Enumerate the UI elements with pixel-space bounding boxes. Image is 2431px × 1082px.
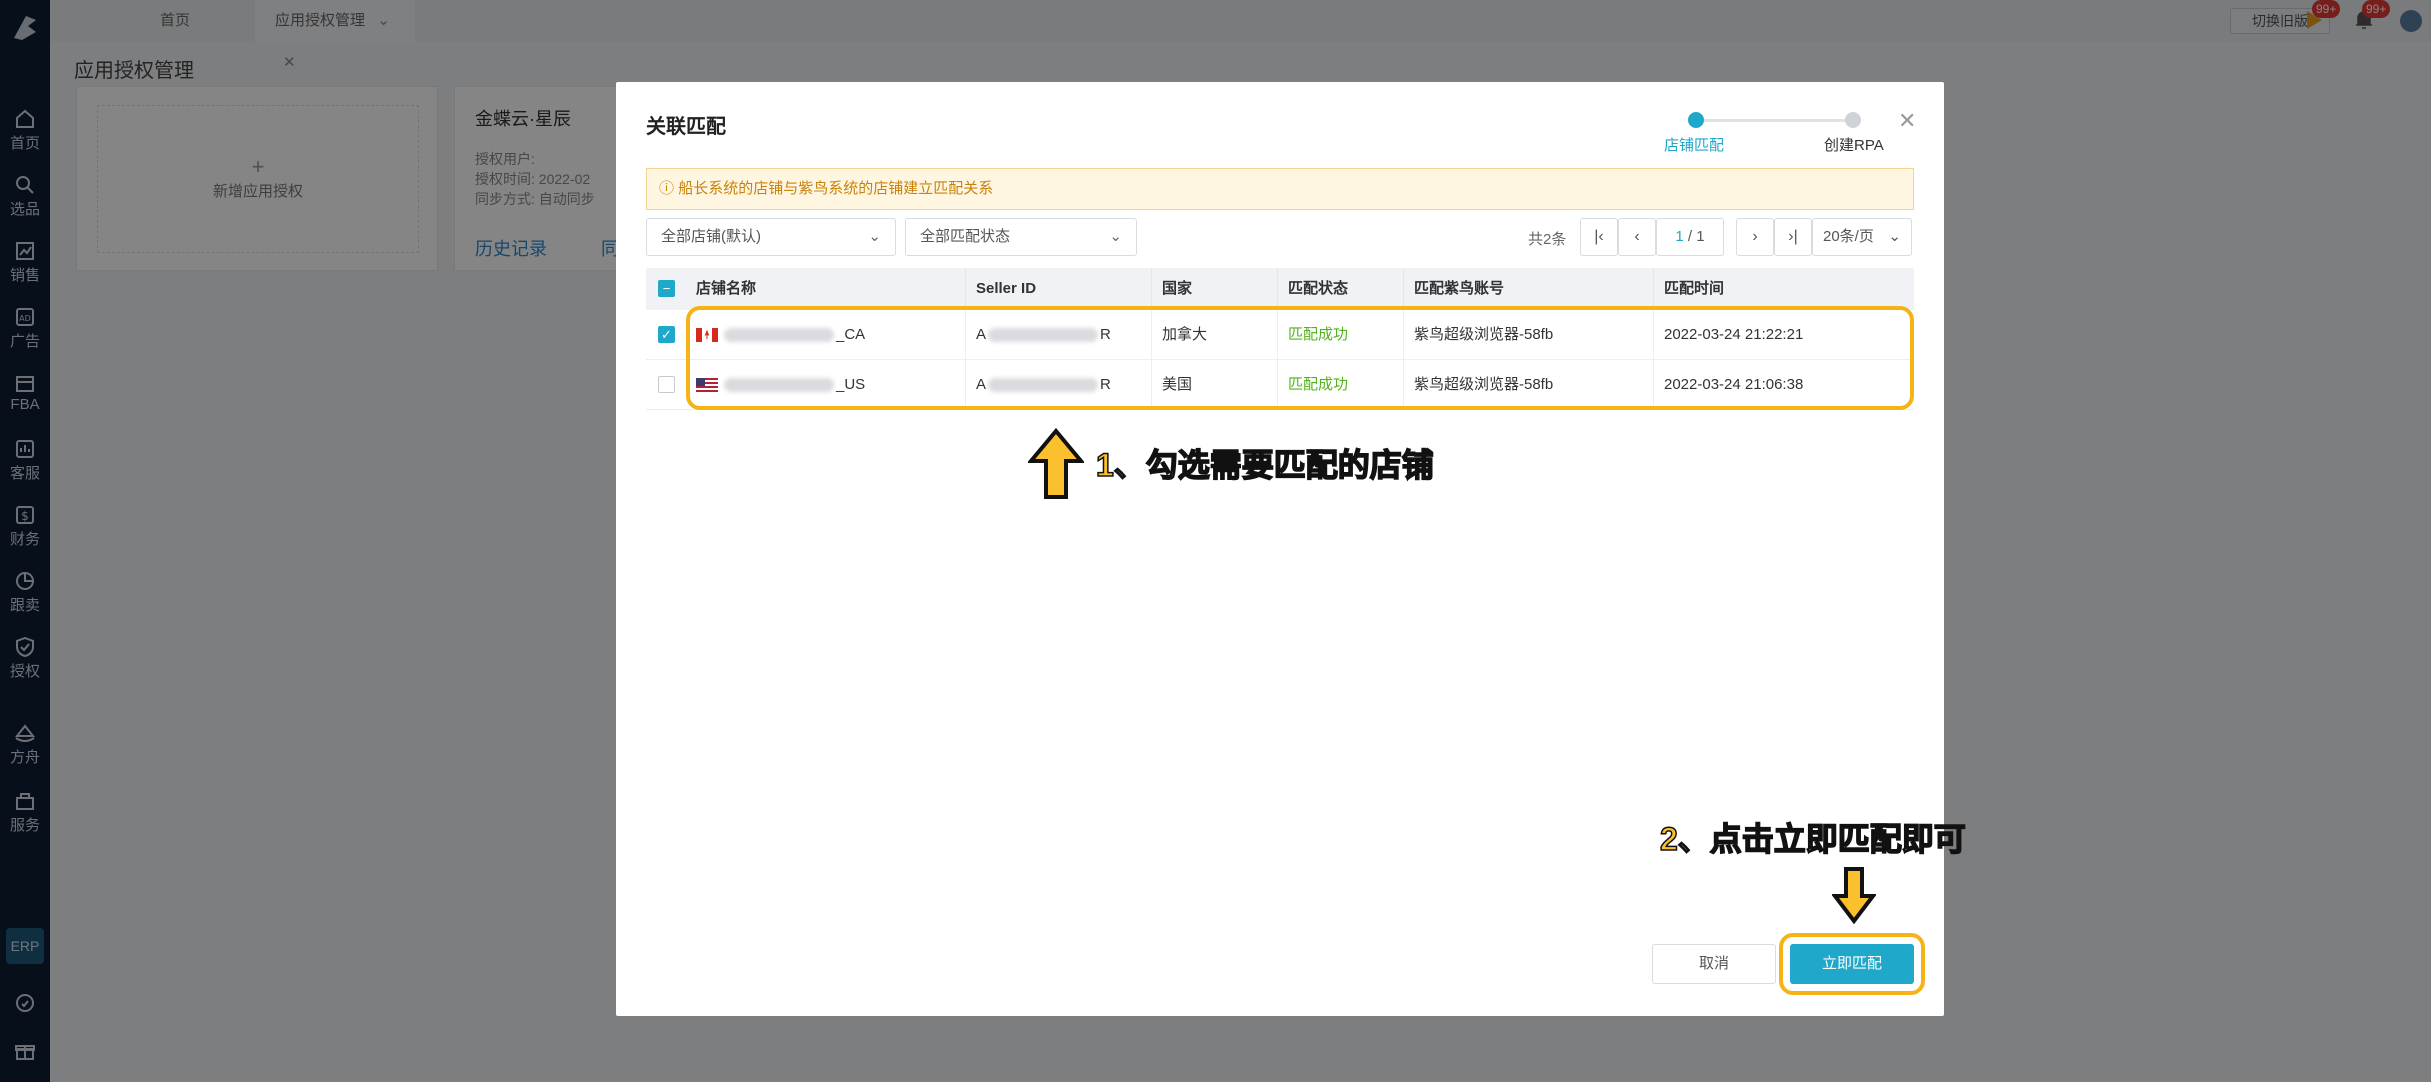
last-page-button[interactable]: ›| bbox=[1774, 218, 1812, 256]
col-seller-id: Seller ID bbox=[966, 268, 1152, 310]
page-indicator[interactable]: 1 / 1 bbox=[1656, 218, 1724, 256]
status-filter-value: 全部匹配状态 bbox=[920, 228, 1011, 245]
col-match-account: 匹配紫鸟账号 bbox=[1404, 268, 1654, 310]
steps: 店铺匹配 创建RPA bbox=[1636, 112, 1884, 172]
arrow-up-icon bbox=[1028, 428, 1084, 499]
info-notice: ⓘ 船长系统的店铺与紫鸟系统的店铺建立匹配关系 bbox=[646, 168, 1914, 210]
chevron-down-icon: ⌄ bbox=[1888, 228, 1901, 245]
row-checkbox[interactable]: ✓ bbox=[658, 326, 675, 343]
row-checkbox[interactable] bbox=[658, 376, 675, 393]
close-icon[interactable]: ✕ bbox=[1898, 108, 1916, 134]
store-filter-value: 全部店铺(默认) bbox=[661, 228, 761, 245]
status-filter-select[interactable]: 全部匹配状态 ⌄ bbox=[905, 218, 1137, 256]
next-page-button[interactable]: › bbox=[1736, 218, 1774, 256]
link-match-modal: 关联匹配 店铺匹配 创建RPA ✕ ⓘ 船长系统的店铺与紫鸟系统的店铺建立匹配关… bbox=[616, 82, 1967, 1016]
first-page-icon: |‹ bbox=[1594, 228, 1604, 245]
notice-text: 船长系统的店铺与紫鸟系统的店铺建立匹配关系 bbox=[678, 180, 994, 197]
last-page-icon: ›| bbox=[1788, 228, 1798, 245]
info-icon: ⓘ bbox=[659, 180, 675, 197]
step-dot-inactive bbox=[1845, 112, 1861, 128]
modal-title: 关联匹配 bbox=[646, 116, 726, 138]
chevron-down-icon: ⌄ bbox=[1109, 228, 1122, 245]
total-count: 共2条 bbox=[1528, 231, 1567, 248]
store-filter-select[interactable]: 全部店铺(默认) ⌄ bbox=[646, 218, 896, 256]
chevron-right-icon: › bbox=[1752, 228, 1758, 245]
match-now-button[interactable]: 立即匹配 bbox=[1790, 944, 1914, 984]
step-create-rpa: 创建RPA bbox=[1824, 137, 1884, 154]
cancel-button[interactable]: 取消 bbox=[1652, 944, 1776, 984]
total-pages: / 1 bbox=[1687, 228, 1705, 245]
table-header: − 店铺名称 Seller ID 国家 匹配状态 匹配紫鸟账号 匹配时间 bbox=[646, 268, 1914, 310]
current-page: 1 bbox=[1675, 228, 1684, 245]
step-store-match: 店铺匹配 bbox=[1664, 137, 1725, 154]
col-match-time: 匹配时间 bbox=[1664, 280, 1725, 297]
page-size-value: 20条/页 bbox=[1823, 228, 1874, 245]
step-line bbox=[1696, 119, 1853, 122]
select-all-checkbox[interactable]: − bbox=[658, 280, 675, 297]
arrow-down-icon bbox=[1832, 867, 1876, 924]
step2-annotation: 2、点击立即匹配即可 bbox=[1659, 820, 1966, 858]
col-store-name: 店铺名称 bbox=[686, 268, 966, 310]
first-page-button[interactable]: |‹ bbox=[1580, 218, 1618, 256]
chevron-left-icon: ‹ bbox=[1634, 228, 1640, 245]
col-match-status: 匹配状态 bbox=[1278, 268, 1404, 310]
col-country: 国家 bbox=[1152, 268, 1278, 310]
chevron-down-icon: ⌄ bbox=[868, 228, 881, 245]
step1-annotation: 1、勾选需要匹配的店铺 bbox=[1095, 446, 1434, 484]
step-dot-active bbox=[1688, 112, 1704, 128]
page-size-select[interactable]: 20条/页 ⌄ bbox=[1812, 218, 1912, 256]
prev-page-button[interactable]: ‹ bbox=[1618, 218, 1656, 256]
rows-highlight bbox=[686, 306, 1914, 410]
